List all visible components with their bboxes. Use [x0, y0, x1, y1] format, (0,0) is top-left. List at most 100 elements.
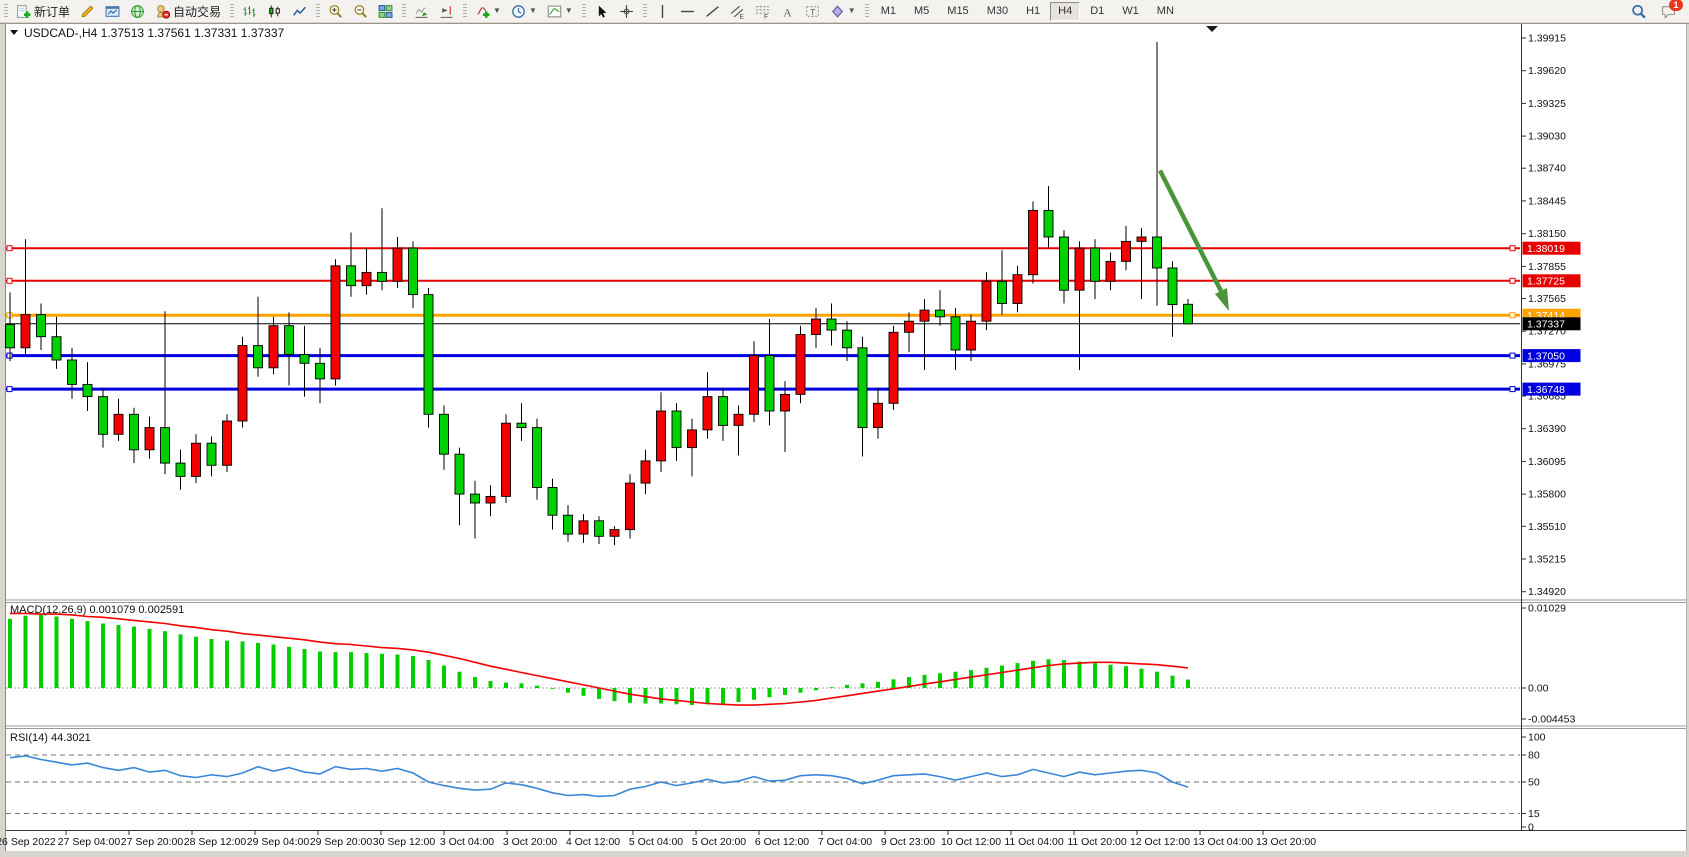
cursor-button[interactable]: [590, 0, 613, 22]
trendline-button[interactable]: [701, 0, 724, 22]
market-watch-icon: [130, 4, 145, 19]
toolbar-grip[interactable]: [4, 4, 8, 18]
crosshair-button[interactable]: [615, 0, 638, 22]
zoom-out-button[interactable]: [349, 0, 372, 22]
svg-text:1.35215: 1.35215: [1528, 554, 1566, 566]
svg-text:4 Oct 12:00: 4 Oct 12:00: [566, 836, 620, 848]
svg-text:1.38019: 1.38019: [1527, 243, 1565, 255]
toolbar-button-label: 新订单: [34, 3, 70, 20]
chat-button[interactable]: 1: [1657, 0, 1680, 22]
chat-badge: 1: [1669, 0, 1683, 11]
timeframe-W1-button[interactable]: W1: [1114, 2, 1147, 21]
toolbar-grip[interactable]: [582, 4, 586, 18]
tile-windows-button[interactable]: [374, 0, 397, 22]
terminal-button[interactable]: [101, 0, 124, 22]
horizontal-line-button[interactable]: [676, 0, 699, 22]
timeframe-M15-button[interactable]: M15: [939, 2, 976, 21]
autotrading-icon: [155, 4, 170, 19]
vertical-line-button[interactable]: [651, 0, 674, 22]
svg-text:1.34920: 1.34920: [1528, 586, 1566, 598]
equidistant-channel-button[interactable]: E: [726, 0, 749, 22]
svg-text:1.37855: 1.37855: [1528, 261, 1566, 273]
bar-chart-button[interactable]: [238, 0, 261, 22]
main-chart[interactable]: USDCAD-,H4 1.37513 1.37561 1.37331 1.373…: [0, 22, 1689, 857]
svg-text:E: E: [739, 13, 743, 19]
candlestick-chart-button[interactable]: [263, 0, 286, 22]
svg-text:1.38740: 1.38740: [1528, 163, 1566, 175]
timeframe-M1-button[interactable]: M1: [873, 2, 904, 21]
fibonacci-button[interactable]: F: [751, 0, 774, 22]
candlestick-icon: [267, 4, 282, 19]
svg-text:11 Oct 20:00: 11 Oct 20:00: [1067, 836, 1127, 848]
line-chart-button[interactable]: [288, 0, 311, 22]
svg-text:13 Oct 04:00: 13 Oct 04:00: [1193, 836, 1253, 848]
svg-text:RSI(14) 44.3021: RSI(14) 44.3021: [10, 732, 91, 744]
metaeditor-button[interactable]: [76, 0, 99, 22]
svg-text:7 Oct 04:00: 7 Oct 04:00: [818, 836, 872, 848]
text-button[interactable]: A: [776, 0, 799, 22]
svg-text:0.01029: 0.01029: [1528, 603, 1566, 615]
arrows-button[interactable]: ▼: [826, 0, 860, 22]
svg-text:15: 15: [1528, 808, 1540, 820]
timeframe-M30-button[interactable]: M30: [979, 2, 1016, 21]
templates-button[interactable]: ▼: [543, 0, 577, 22]
svg-text:10 Oct 12:00: 10 Oct 12:00: [941, 836, 1001, 848]
market-watch-button[interactable]: [126, 0, 149, 22]
svg-text:1.38150: 1.38150: [1528, 228, 1566, 240]
toolbar-grip[interactable]: [463, 4, 467, 18]
periods-button[interactable]: ▼: [507, 0, 541, 22]
search-icon: [1631, 4, 1646, 19]
terminal-icon: [105, 4, 120, 19]
auto-scroll-button[interactable]: [410, 0, 433, 22]
svg-text:0: 0: [1528, 822, 1534, 834]
text-icon: A: [780, 4, 795, 19]
chevron-down-icon: ▼: [493, 7, 501, 15]
fibonacci-icon: F: [755, 4, 770, 19]
svg-text:1.36095: 1.36095: [1528, 456, 1566, 468]
timeframe-H1-button[interactable]: H1: [1018, 2, 1048, 21]
crosshair-icon: [619, 4, 634, 19]
new-order-button[interactable]: 新订单: [12, 0, 74, 22]
svg-text:1.39325: 1.39325: [1528, 98, 1566, 110]
svg-text:5 Oct 20:00: 5 Oct 20:00: [692, 836, 746, 848]
autotrading-button[interactable]: 自动交易: [151, 0, 225, 22]
svg-text:1.38445: 1.38445: [1528, 195, 1566, 207]
svg-text:5 Oct 04:00: 5 Oct 04:00: [629, 836, 683, 848]
svg-text:29 Sep 20:00: 29 Sep 20:00: [310, 836, 373, 848]
toolbar-grip[interactable]: [402, 4, 406, 18]
svg-text:26 Sep 2022: 26 Sep 2022: [0, 836, 56, 848]
svg-text:USDCAD-,H4 1.37513 1.37561 1.: USDCAD-,H4 1.37513 1.37561 1.37331 1.373…: [24, 26, 285, 40]
timeframe-MN-button[interactable]: MN: [1149, 2, 1182, 21]
timeframe-H4-button[interactable]: H4: [1050, 2, 1080, 21]
text-label-button[interactable]: T: [801, 0, 824, 22]
search-button[interactable]: [1627, 0, 1650, 22]
toolbar-grip[interactable]: [643, 4, 647, 18]
shapes-icon: [830, 4, 845, 19]
new-order-icon: [16, 4, 31, 19]
svg-text:T: T: [810, 6, 816, 16]
svg-text:6 Oct 12:00: 6 Oct 12:00: [755, 836, 809, 848]
zoom-out-icon: [353, 4, 368, 19]
timeframe-M5-button[interactable]: M5: [906, 2, 937, 21]
line-chart-icon: [292, 4, 307, 19]
svg-text:1.39030: 1.39030: [1528, 131, 1566, 143]
toolbar-grip[interactable]: [865, 4, 869, 18]
auto-scroll-icon: [414, 4, 429, 19]
svg-text:80: 80: [1528, 750, 1540, 762]
templates-icon: [547, 4, 562, 19]
svg-text:MACD(12,26,9) 0.001079 0.00259: MACD(12,26,9) 0.001079 0.002591: [10, 604, 184, 616]
indicators-button[interactable]: ▼: [471, 0, 505, 22]
zoom-in-button[interactable]: [324, 0, 347, 22]
svg-text:30 Sep 12:00: 30 Sep 12:00: [373, 836, 436, 848]
svg-text:1.39915: 1.39915: [1528, 33, 1566, 45]
toolbar-grip[interactable]: [230, 4, 234, 18]
svg-text:A: A: [783, 6, 792, 19]
timeframe-D1-button[interactable]: D1: [1082, 2, 1112, 21]
svg-text:0.00: 0.00: [1528, 683, 1549, 695]
toolbar-button-label: 自动交易: [173, 3, 221, 20]
metaeditor-icon: [80, 4, 95, 19]
chart-title: USDCAD-,H4 1.37513 1.37561 1.37331 1.373…: [10, 26, 285, 40]
svg-text:29 Sep 04:00: 29 Sep 04:00: [247, 836, 310, 848]
toolbar-grip[interactable]: [316, 4, 320, 18]
chart-shift-button[interactable]: [435, 0, 458, 22]
